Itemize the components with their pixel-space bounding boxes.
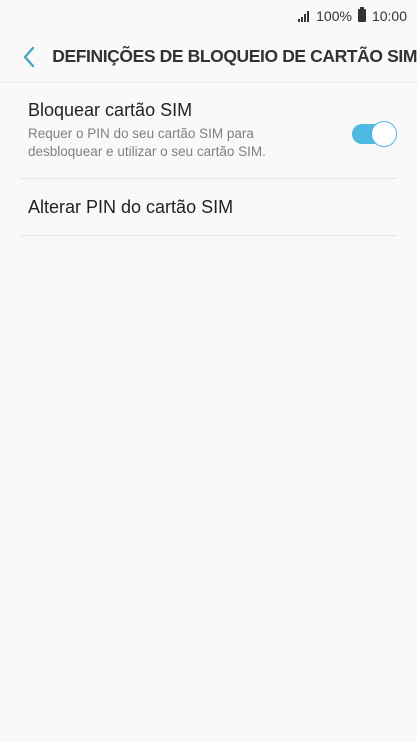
battery-icon: [357, 7, 366, 22]
lock-sim-card-description: Requer o PIN do seu cartão SIM para desb…: [28, 126, 266, 159]
clock: 10:00: [371, 7, 407, 24]
chevron-left-icon: [23, 46, 35, 67]
back-button[interactable]: [22, 44, 36, 70]
toggle-thumb: [371, 121, 397, 147]
page-title: DEFINIÇÕES DE BLOQUEIO DE CARTÃO SIM: [52, 46, 417, 66]
screen: 100% 10:00 DEFINIÇÕES DE BLOQUEIO DE CAR…: [0, 0, 417, 742]
signal-icon: [298, 10, 310, 22]
battery-percent: 100%: [316, 7, 352, 24]
lock-sim-card-item[interactable]: Bloquear cartão SIM Requer o PIN do seu …: [20, 83, 397, 179]
app-bar: DEFINIÇÕES DE BLOQUEIO DE CARTÃO SIM: [0, 31, 417, 83]
status-bar: 100% 10:00: [0, 0, 417, 31]
change-sim-pin-title: Alterar PIN do cartão SIM: [28, 196, 234, 217]
lock-sim-card-title: Bloquear cartão SIM: [28, 100, 193, 120]
lock-sim-card-toggle[interactable]: [352, 121, 397, 147]
change-sim-pin-item[interactable]: Alterar PIN do cartão SIM: [20, 179, 397, 236]
settings-list: Bloquear cartão SIM Requer o PIN do seu …: [0, 83, 417, 236]
